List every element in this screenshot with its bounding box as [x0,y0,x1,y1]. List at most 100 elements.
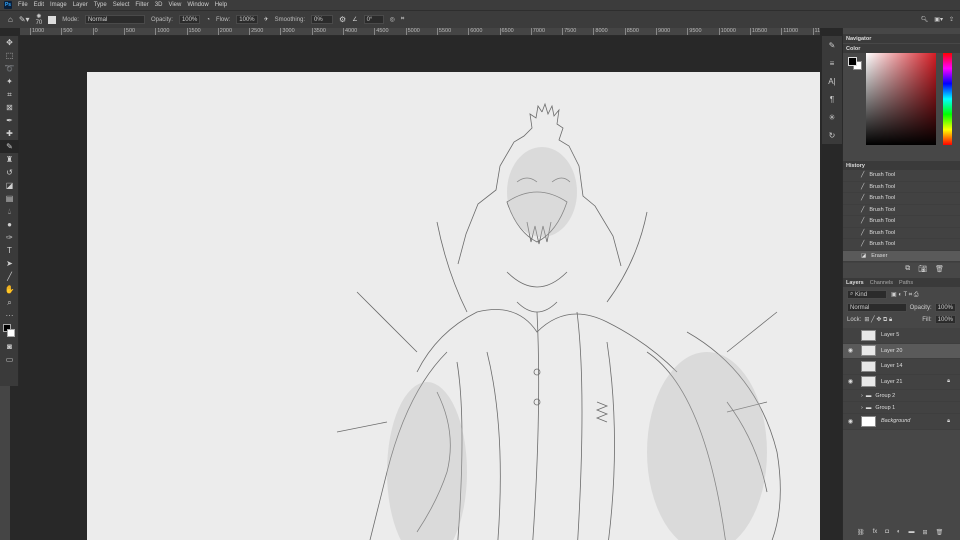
home-icon[interactable]: ⌂ [8,15,13,24]
menu-help[interactable]: Help [215,2,227,8]
smoothing-field[interactable]: 0% [311,15,334,24]
crop-tool-icon[interactable]: ⌗ [0,88,19,101]
adjustments-icon[interactable]: ✳ [822,108,842,126]
lasso-tool-icon[interactable]: ➰ [0,62,19,75]
brush-size-picker[interactable]: ✺ 70 [36,14,43,26]
snapshot-camera-icon[interactable]: 📷︎ [918,265,927,273]
link-icon[interactable]: ⛓ [857,529,865,536]
layer-row[interactable]: ◉ Background 🔒︎ [843,414,960,430]
pressure-size-icon[interactable]: ◎ [390,16,395,23]
history-item[interactable]: ╱ Brush Tool [843,193,960,205]
brush-tool-icon[interactable]: ✎ [0,140,19,153]
menu-layer[interactable]: Layer [73,2,88,8]
document-canvas[interactable] [87,72,820,540]
pen-tool-icon[interactable]: ✑ [0,231,19,244]
workspace-icon[interactable]: ▣▾ [934,16,943,23]
layer-row-selected[interactable]: ◉ Layer 20 [843,343,960,359]
share-icon[interactable]: ⇪ [949,16,954,23]
color-swatches[interactable] [0,322,19,340]
stamp-tool-icon[interactable]: ♜ [0,153,19,166]
history-item[interactable]: ╱ Brush Tool [843,170,960,182]
history-icon[interactable]: ↻ [822,126,842,144]
kind-filter[interactable]: ⌕ Kind [847,290,887,299]
lock-icons[interactable]: ⊞ ╱ ✥ ⧉ 🔒︎ [864,316,892,324]
tab-paths[interactable]: Paths [899,280,913,286]
more-tools-icon[interactable]: ··· [0,309,19,322]
healing-brush-icon[interactable]: ✚ [0,127,19,140]
history-item-current[interactable]: ◪ Eraser [843,250,960,262]
pressure-opacity-icon[interactable]: ◔ [206,17,210,23]
group-row[interactable]: › ▬ Group 2 [843,390,960,402]
dodge-icon[interactable]: ● [0,218,19,231]
screen-mode-icon[interactable]: ▭ [0,353,19,366]
brush-panel-icon[interactable] [48,15,57,24]
menu-window[interactable]: Window [187,2,208,8]
blend-mode-select[interactable]: Normal [847,303,907,312]
tab-navigator[interactable]: Navigator [843,34,960,43]
mask-icon[interactable]: ◘ [885,529,889,536]
character-icon[interactable]: A| [822,72,842,90]
eye-icon[interactable]: ◉ [843,418,858,425]
color-field[interactable] [866,53,936,145]
layer-opacity-field[interactable]: 100% [934,303,956,312]
eye-icon[interactable]: ◉ [843,347,858,354]
marquee-tool-icon[interactable]: ⬚ [0,49,19,62]
menu-file[interactable]: File [18,2,28,8]
mode-select[interactable]: Normal [84,15,145,24]
menu-select[interactable]: Select [113,2,130,8]
hue-slider[interactable] [943,53,952,145]
brushes-icon[interactable]: ≡ [822,54,842,72]
adjustment-icon[interactable]: ◐ [897,529,901,536]
search-icon[interactable]: 🔍︎ [921,16,929,23]
eye-icon[interactable]: ◉ [843,378,858,385]
chevron-right-icon[interactable]: › [861,405,863,411]
magic-wand-icon[interactable]: ✦ [0,75,19,88]
blur-icon[interactable]: 💧︎ [0,205,19,218]
quick-mask-icon[interactable]: ◙ [0,340,19,353]
layer-row[interactable]: ◉ Layer 21 🔒︎ [843,375,960,390]
eyedropper-icon[interactable]: ✒ [0,114,19,127]
paragraph-icon[interactable]: ¶ [822,90,842,108]
history-item[interactable]: ╱ Brush Tool [843,182,960,193]
eraser-icon[interactable]: ◪ [0,179,19,192]
line-tool-icon[interactable]: ╱ [0,270,19,283]
path-select-icon[interactable]: ➤ [0,257,19,270]
frame-tool-icon[interactable]: ⊠ [0,101,19,114]
symmetry-icon[interactable]: ⌗ [401,16,404,23]
trash-icon[interactable]: 🗑︎ [935,265,944,273]
group-icon[interactable]: ▬ [909,529,915,536]
type-tool-icon[interactable]: T [0,244,19,257]
trash-icon[interactable]: 🗑︎ [936,529,944,536]
chevron-right-icon[interactable]: › [861,393,863,399]
history-brush-icon[interactable]: ↺ [0,166,19,179]
gradient-icon[interactable]: ▤ [0,192,19,205]
history-item[interactable]: ╱ Brush Tool [843,239,960,251]
angle-field[interactable]: 0° [363,15,384,24]
brush-preset-icon[interactable]: ✎▾ [19,15,30,24]
layer-row[interactable]: Layer 14 [843,359,960,375]
hand-tool-icon[interactable]: ✋ [0,283,19,296]
menu-view[interactable]: View [168,2,181,8]
move-tool-icon[interactable]: ✥ [0,36,19,49]
opacity-field[interactable]: 100% [178,15,201,24]
fx-icon[interactable]: fx [873,529,878,536]
menu-edit[interactable]: Edit [34,2,44,8]
history-item[interactable]: ╱ Brush Tool [843,205,960,216]
brush-settings-icon[interactable]: ✎ [822,36,842,54]
tab-history[interactable]: History [843,161,960,170]
foreground-swatch[interactable] [848,57,857,66]
new-layer-icon[interactable]: ⊞ [923,529,928,536]
tab-layers[interactable]: Layers [846,280,864,286]
menu-type[interactable]: Type [94,2,107,8]
gear-icon[interactable]: ⚙ [339,15,346,24]
history-item[interactable]: ╱ Brush Tool [843,216,960,228]
flow-field[interactable]: 100% [236,15,258,24]
canvas-area[interactable] [20,36,820,540]
fill-field[interactable]: 100% [934,315,956,324]
tab-color[interactable]: Color [843,44,960,53]
menu-filter[interactable]: Filter [135,2,148,8]
menu-3d[interactable]: 3D [155,2,163,8]
group-row[interactable]: › ▬ Group 1 [843,402,960,414]
layer-row[interactable]: Layer 5 [843,328,960,344]
airbrush-icon[interactable]: ✈ [264,16,269,23]
